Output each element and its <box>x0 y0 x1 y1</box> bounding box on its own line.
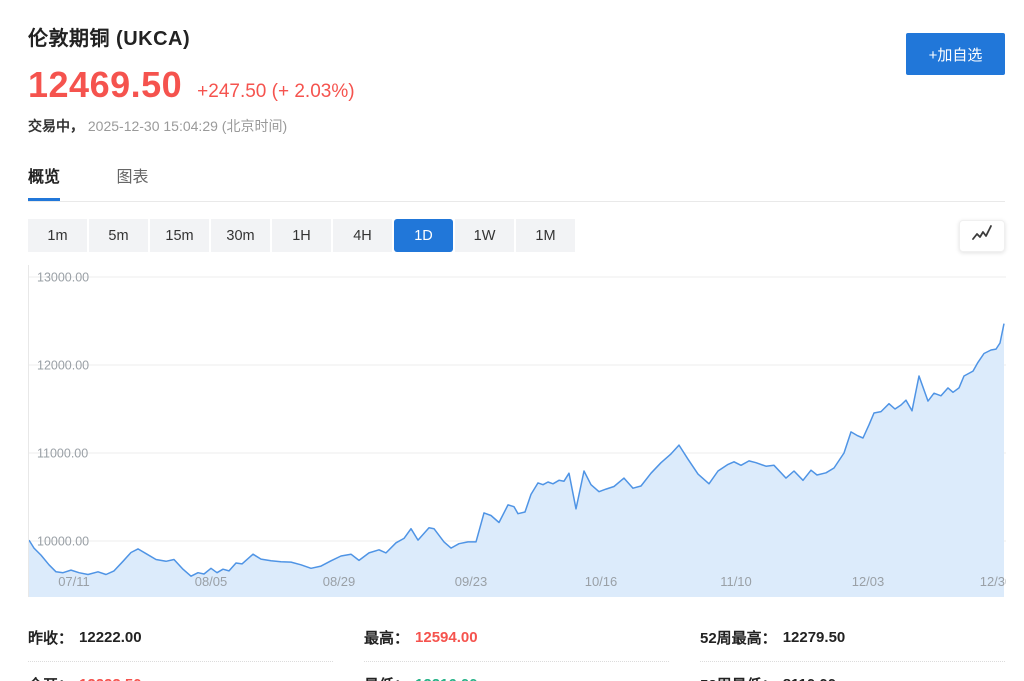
stat-label: 昨收： <box>28 627 73 648</box>
period-button[interactable]: 15m <box>150 219 209 252</box>
stat-prev-close: 昨收： 12222.00 <box>28 615 333 662</box>
stat-label: 52周最高： <box>700 627 777 648</box>
page-title: 伦敦期铜 (UKCA) <box>28 22 1005 51</box>
status-row: 交易中， 2025-12-30 15:04:29 (北京时间) <box>28 116 1005 136</box>
stat-value: 8110.00 <box>783 676 836 681</box>
instrument-page: 伦敦期铜 (UKCA) 12469.50 +247.50 (+ 2.03%) 交… <box>0 0 1024 681</box>
price-chart[interactable]: 13000.00 12000.00 11000.00 10000.00 07/11 08/… <box>28 265 1005 597</box>
svg-text:07/11: 07/11 <box>58 574 90 589</box>
svg-text:12/30: 12/30 <box>980 574 1006 589</box>
svg-text:08/29: 08/29 <box>323 574 356 589</box>
tab-overview[interactable]: 概览 <box>28 163 60 201</box>
period-button[interactable]: 1W <box>455 219 514 252</box>
tab-chart[interactable]: 图表 <box>116 163 148 201</box>
period-button[interactable]: 1m <box>28 219 87 252</box>
line-chart-icon <box>969 223 995 248</box>
svg-text:10/16: 10/16 <box>585 574 618 589</box>
price-change: +247.50 (+ 2.03%) <box>197 81 354 103</box>
stat-value: 12223.50 <box>79 676 142 681</box>
stat-52wk-low: 52周最低： 8110.00 <box>700 662 1005 681</box>
stat-value: 12279.50 <box>783 629 846 646</box>
header: 伦敦期铜 (UKCA) 12469.50 +247.50 (+ 2.03%) 交… <box>28 0 1005 136</box>
price-row: 12469.50 +247.50 (+ 2.03%) <box>28 64 1005 106</box>
add-watchlist-button[interactable]: +加自选 <box>906 33 1005 75</box>
trading-status: 交易中， <box>28 118 84 134</box>
status-timestamp: 2025-12-30 15:04:29 (北京时间) <box>88 118 287 134</box>
stat-label: 今开： <box>28 674 73 681</box>
svg-text:11000.00: 11000.00 <box>37 447 88 461</box>
svg-text:12000.00: 12000.00 <box>37 359 89 373</box>
tab-bar: 概览 图表 <box>28 163 1005 202</box>
stat-label: 最高： <box>364 627 409 648</box>
last-price: 12469.50 <box>28 64 182 106</box>
stat-open: 今开： 12223.50 <box>28 662 333 681</box>
stat-label: 最低： <box>364 674 409 681</box>
period-button[interactable]: 1H <box>272 219 331 252</box>
svg-text:08/05: 08/05 <box>195 574 228 589</box>
period-button-group: 1m 5m 15m 30m 1H 4H 1D 1W 1M <box>28 219 575 252</box>
stat-label: 52周最低： <box>700 674 777 681</box>
period-button[interactable]: 5m <box>89 219 148 252</box>
price-chart-svg: 13000.00 12000.00 11000.00 10000.00 07/11 08/… <box>29 265 1006 597</box>
stat-high: 最高： 12594.00 <box>364 615 669 662</box>
stats-grid: 昨收： 12222.00 最高： 12594.00 52周最高： 12279.5… <box>28 615 1005 681</box>
svg-text:09/23: 09/23 <box>455 574 488 589</box>
stat-low: 最低： 12216.00 <box>364 662 669 681</box>
chart-style-button[interactable] <box>959 220 1005 252</box>
period-button[interactable]: 1D <box>394 219 453 252</box>
svg-text:13000.00: 13000.00 <box>37 271 89 285</box>
svg-text:10000.00: 10000.00 <box>37 535 89 549</box>
period-button[interactable]: 4H <box>333 219 392 252</box>
period-button[interactable]: 1M <box>516 219 575 252</box>
stat-value: 12216.00 <box>415 676 478 681</box>
stat-value: 12222.00 <box>79 629 142 646</box>
period-button[interactable]: 30m <box>211 219 270 252</box>
stat-52wk-high: 52周最高： 12279.50 <box>700 615 1005 662</box>
stat-value: 12594.00 <box>415 629 478 646</box>
svg-text:11/10: 11/10 <box>720 574 752 589</box>
period-toolbar: 1m 5m 15m 30m 1H 4H 1D 1W 1M <box>28 219 1005 252</box>
svg-text:12/03: 12/03 <box>852 574 885 589</box>
